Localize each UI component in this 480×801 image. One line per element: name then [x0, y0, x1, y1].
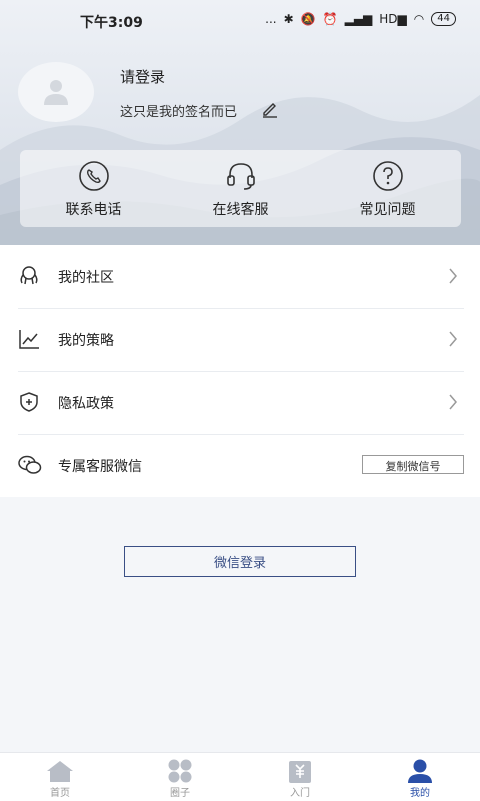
question-icon	[373, 161, 403, 191]
user-icon	[408, 759, 432, 783]
menu-list: 我的社区 我的策略 隐私政策 专属客服微信 复制微信号	[0, 245, 480, 497]
shield-icon	[20, 392, 38, 412]
quick-action-label: 联系电话	[65, 202, 122, 218]
user-placeholder-icon	[44, 80, 68, 105]
wechat-login-button[interactable]: 微信登录	[124, 546, 356, 577]
quick-action-label: 在线客服	[212, 202, 269, 218]
chevron-right-icon	[449, 394, 457, 410]
clipboard-icon	[289, 761, 311, 783]
menu-item-label: 我的策略	[58, 333, 114, 349]
status-icons: ... ✱ 🔕 ⏰ ▂▄▆ HD▆ ◠ 44	[265, 12, 456, 26]
quick-action-label: 常见问题	[359, 202, 416, 218]
login-prompt[interactable]: 请登录	[120, 66, 165, 87]
copy-wechat-button[interactable]: 复制微信号	[362, 455, 464, 474]
tab-label: 圈子	[170, 788, 190, 799]
signature-text: 这只是我的签名而已	[120, 105, 238, 120]
alarm-icon: ⏰	[322, 12, 338, 26]
tab-label: 首页	[50, 788, 70, 799]
tab-intro[interactable]: 入门	[240, 753, 360, 801]
signal-icon: ▂▄▆	[344, 12, 373, 26]
mute-icon: 🔕	[300, 12, 316, 26]
menu-item-privacy[interactable]: 隐私政策	[18, 371, 464, 435]
menu-item-wechat: 专属客服微信 复制微信号	[18, 434, 464, 497]
chevron-right-icon	[449, 268, 457, 284]
quick-actions-card: 联系电话 在线客服 常见问题	[20, 150, 461, 227]
contact-phone-button[interactable]: 联系电话	[20, 150, 167, 227]
wifi-icon: ◠	[413, 12, 425, 26]
tab-circle[interactable]: 圈子	[120, 753, 240, 801]
tab-mine[interactable]: 我的	[360, 753, 480, 801]
menu-item-community[interactable]: 我的社区	[18, 245, 464, 309]
home-icon	[47, 761, 73, 782]
tab-home[interactable]: 首页	[0, 753, 120, 801]
headset-icon	[227, 163, 255, 190]
faq-button[interactable]: 常见问题	[314, 150, 461, 227]
profile-header: 下午3:09 ... ✱ 🔕 ⏰ ▂▄▆ HD▆ ◠ 44 请登录 这只是我的签…	[0, 0, 480, 245]
menu-item-label: 我的社区	[58, 270, 114, 286]
community-icon	[20, 266, 38, 285]
circle-icon	[168, 759, 192, 783]
more-dots-icon: ...	[265, 12, 277, 26]
tab-label: 入门	[290, 788, 310, 799]
edit-icon[interactable]	[261, 100, 279, 118]
hd-signal-icon: HD▆	[379, 12, 407, 26]
wechat-icon	[18, 455, 42, 474]
chevron-right-icon	[449, 331, 457, 347]
menu-item-label: 专属客服微信	[58, 459, 142, 475]
bottom-tab-bar: 首页 圈子 入门 我的	[0, 752, 480, 801]
phone-icon	[79, 161, 109, 191]
menu-item-strategy[interactable]: 我的策略	[18, 308, 464, 372]
chart-line-icon	[19, 330, 39, 349]
menu-item-label: 隐私政策	[58, 396, 114, 412]
status-bar: 下午3:09 ... ✱ 🔕 ⏰ ▂▄▆ HD▆ ◠ 44	[0, 0, 480, 40]
bluetooth-icon: ✱	[283, 12, 294, 26]
battery-icon: 44	[431, 12, 456, 26]
online-service-button[interactable]: 在线客服	[167, 150, 314, 227]
tab-label: 我的	[410, 788, 430, 799]
status-time: 下午3:09	[80, 15, 143, 31]
avatar[interactable]	[18, 62, 94, 122]
